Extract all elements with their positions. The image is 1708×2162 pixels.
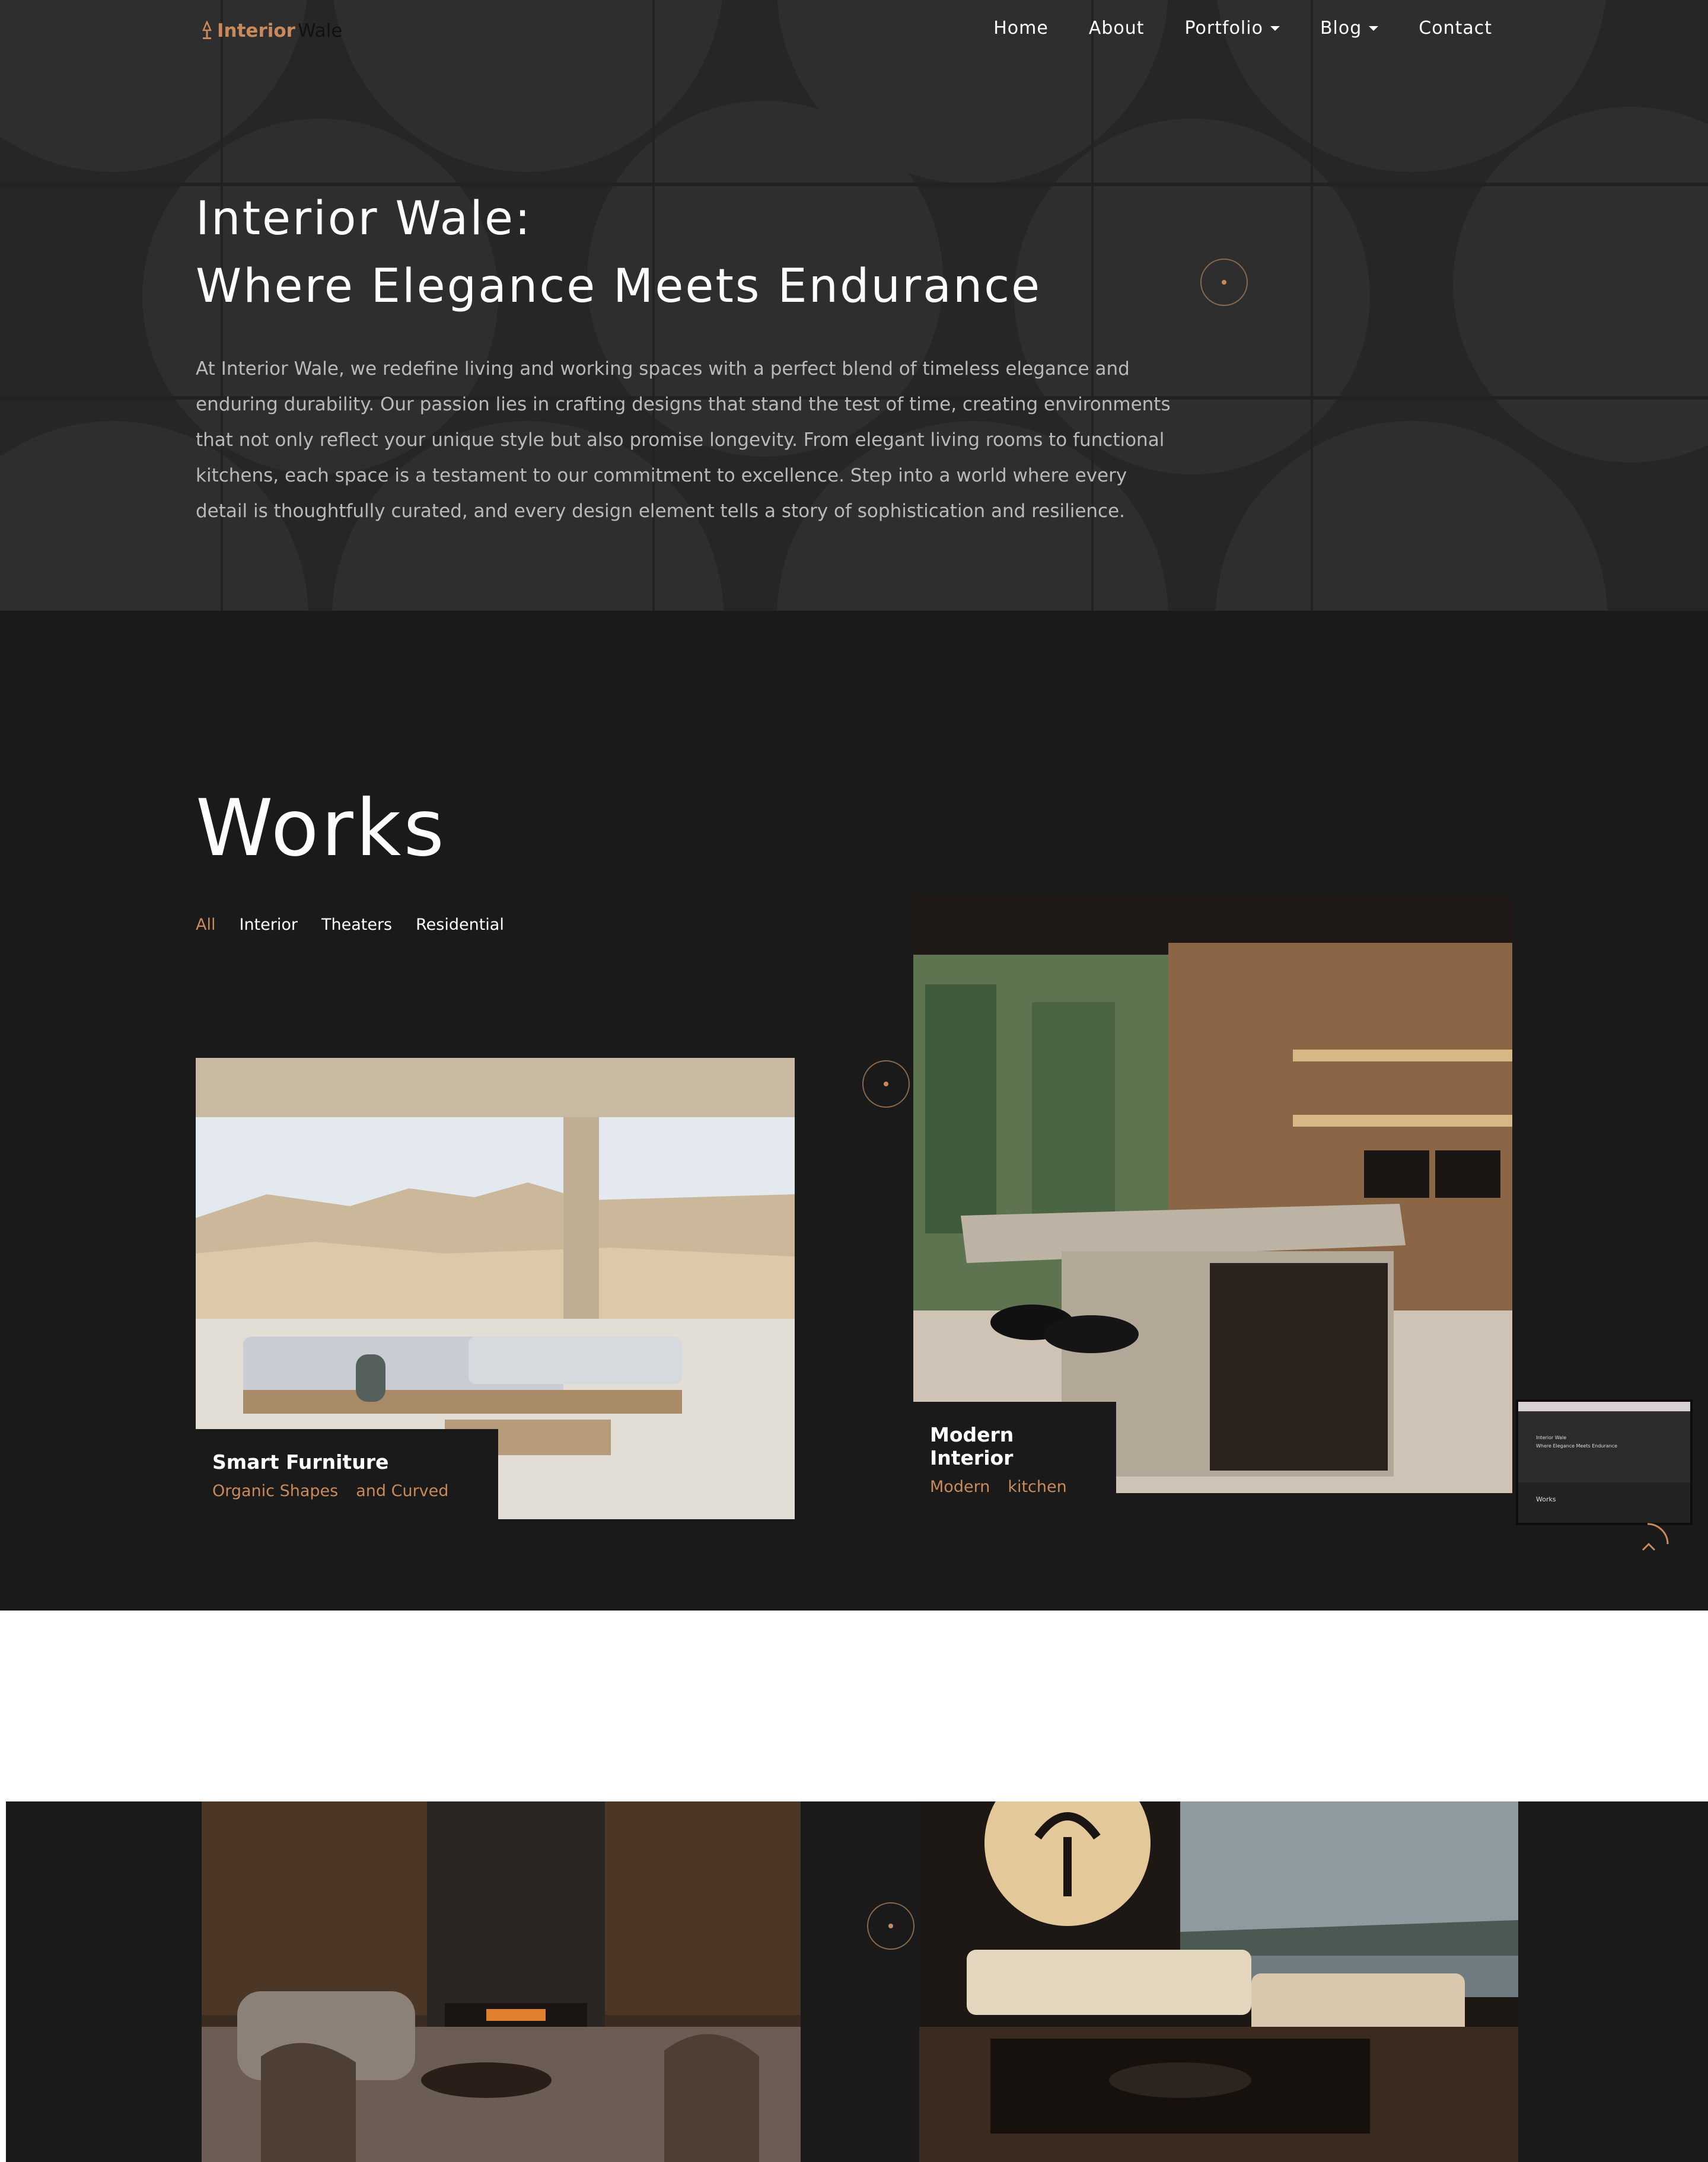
work-card-tags: Modern kitchen xyxy=(930,1478,1100,1496)
work-card-caption-smart-furniture: Smart Furniture Organic Shapes and Curve… xyxy=(196,1429,498,1519)
lounge-view-illustration xyxy=(919,1801,1518,2162)
nav-blog[interactable]: Blog xyxy=(1320,18,1379,39)
nav-home[interactable]: Home xyxy=(993,18,1049,39)
cursor-ring-icon xyxy=(1200,259,1248,306)
work-card-caption-modern-interior: Modern Interior Modern kitchen xyxy=(913,1402,1116,1496)
brand-name-part1: Interior xyxy=(217,20,295,42)
nav-contact-label: Contact xyxy=(1419,18,1492,39)
chevron-up-icon xyxy=(1642,1523,1669,1551)
hero-title-line2: Where Elegance Meets Endurance xyxy=(196,260,1042,313)
work-card-tag[interactable]: Modern xyxy=(930,1478,990,1496)
nav-contact[interactable]: Contact xyxy=(1419,18,1492,39)
works-gallery-row-2 xyxy=(6,1801,1708,2162)
page-preview-thumbnail[interactable]: Interior Wale Where Elegance Meets Endur… xyxy=(1516,1399,1693,1525)
hero-description: At Interior Wale, we redefine living and… xyxy=(196,358,1171,522)
work-card-title: Modern Interior xyxy=(930,1423,1014,1469)
preview-title-line2: Where Elegance Meets Endurance xyxy=(1536,1443,1618,1449)
preview-hero: Interior Wale Where Elegance Meets Endur… xyxy=(1518,1411,1690,1482)
work-card-tag[interactable]: kitchen xyxy=(1008,1478,1066,1496)
nav-about-label: About xyxy=(1088,18,1145,39)
work-card-title: Smart Furniture xyxy=(212,1450,389,1474)
scroll-to-top-button[interactable] xyxy=(1625,1520,1672,1568)
cursor-ring-icon xyxy=(867,1902,914,1950)
hero-section: Interior Wale Home About Portfolio Blog … xyxy=(0,0,1708,611)
section-spacer xyxy=(0,1611,1708,1801)
works-section: Works All Interior Theaters Residential … xyxy=(0,611,1708,1611)
nav-portfolio-label: Portfolio xyxy=(1184,18,1263,39)
hero-title: Interior Wale: Where Elegance Meets Endu… xyxy=(196,185,1041,320)
nav-home-label: Home xyxy=(993,18,1049,39)
living-room-illustration xyxy=(202,1801,801,2162)
caret-down-icon xyxy=(1270,25,1280,31)
lamp-icon xyxy=(202,21,212,39)
filter-residential[interactable]: Residential xyxy=(416,916,504,934)
caret-down-icon xyxy=(1369,25,1379,31)
work-card-tag[interactable]: Organic Shapes xyxy=(212,1482,338,1500)
nav-portfolio[interactable]: Portfolio xyxy=(1185,18,1280,39)
cursor-ring-icon xyxy=(862,1060,910,1108)
top-navbar: Interior Wale Home About Portfolio Blog … xyxy=(0,0,1708,59)
works-filter-bar: All Interior Theaters Residential xyxy=(196,916,504,934)
brand-name-part2: Wale xyxy=(297,20,343,42)
filter-interior[interactable]: Interior xyxy=(239,916,298,934)
brand-logo[interactable]: Interior Wale xyxy=(199,20,342,42)
work-card-image-lounge-view[interactable] xyxy=(919,1801,1518,2162)
preview-section-label: Works xyxy=(1536,1495,1556,1503)
filter-theaters[interactable]: Theaters xyxy=(321,916,392,934)
work-card-tag[interactable]: and Curved xyxy=(356,1482,448,1500)
nav-about[interactable]: About xyxy=(1089,18,1145,39)
filter-all[interactable]: All xyxy=(196,916,215,934)
work-card-image-living-room[interactable] xyxy=(202,1801,801,2162)
works-title: Works xyxy=(196,783,447,874)
preview-browser-bar xyxy=(1518,1402,1690,1411)
preview-title-line1: Interior Wale xyxy=(1536,1435,1567,1440)
work-card-tags: Organic Shapes and Curved xyxy=(212,1482,482,1500)
main-menu: Home About Portfolio Blog Contact xyxy=(993,18,1492,39)
nav-blog-label: Blog xyxy=(1320,18,1362,39)
hero-title-line1: Interior Wale: xyxy=(196,192,533,245)
